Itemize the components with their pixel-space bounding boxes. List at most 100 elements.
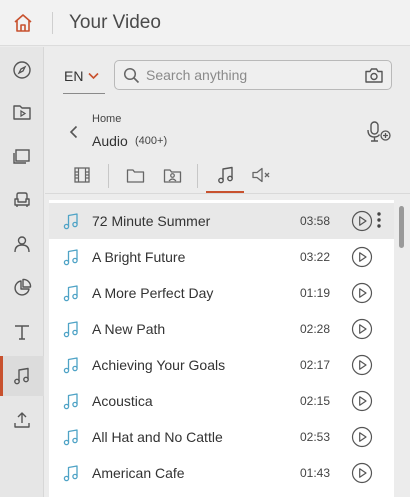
play-icon bbox=[351, 426, 373, 448]
play-button[interactable] bbox=[351, 462, 373, 489]
scrollbar-thumb[interactable] bbox=[399, 206, 404, 248]
home-button[interactable] bbox=[0, 0, 46, 46]
track-row[interactable]: A New Path 02:28 bbox=[49, 311, 394, 347]
layers-icon bbox=[13, 149, 30, 164]
upload-icon bbox=[14, 412, 30, 428]
search-row: EN bbox=[45, 59, 410, 95]
play-button[interactable] bbox=[351, 426, 373, 453]
rail-item-upload[interactable] bbox=[0, 400, 44, 440]
track-duration: 02:15 bbox=[300, 394, 331, 408]
top-bar: Your Video bbox=[0, 0, 410, 46]
folder-icon bbox=[126, 168, 144, 183]
tab-images[interactable] bbox=[161, 164, 183, 186]
search-icon bbox=[123, 67, 140, 89]
play-icon bbox=[351, 318, 373, 340]
track-row[interactable]: All Hat and No Cattle 02:53 bbox=[49, 419, 394, 455]
breadcrumb-home[interactable]: Home bbox=[92, 113, 121, 125]
track-duration: 01:19 bbox=[300, 286, 331, 300]
play-button[interactable] bbox=[351, 282, 373, 309]
app-title: Your Video bbox=[69, 11, 161, 33]
search-input[interactable] bbox=[146, 65, 356, 85]
scrollbar[interactable] bbox=[398, 200, 406, 497]
image-folder-icon bbox=[163, 168, 181, 183]
voice-search-button[interactable] bbox=[366, 120, 392, 149]
play-button[interactable] bbox=[351, 246, 373, 273]
language-select[interactable]: EN bbox=[64, 68, 100, 84]
track-duration: 02:17 bbox=[300, 358, 331, 372]
left-rail bbox=[0, 47, 44, 497]
music-note-icon bbox=[63, 284, 79, 307]
rail-item-charts[interactable] bbox=[0, 268, 44, 308]
music-note-icon bbox=[63, 320, 79, 343]
music-icon bbox=[218, 166, 233, 184]
more-options-button[interactable] bbox=[376, 211, 382, 234]
track-title: Acoustica bbox=[92, 393, 153, 409]
play-icon bbox=[351, 462, 373, 484]
track-duration: 03:22 bbox=[300, 250, 331, 264]
search-box[interactable] bbox=[114, 60, 392, 90]
track-row[interactable]: American Cafe 01:43 bbox=[49, 455, 394, 491]
play-icon bbox=[351, 210, 373, 232]
rail-item-people[interactable] bbox=[0, 224, 44, 264]
tab-sound-effects[interactable] bbox=[251, 164, 273, 186]
play-button[interactable] bbox=[351, 210, 373, 237]
track-duration: 01:43 bbox=[300, 466, 331, 480]
play-icon bbox=[351, 354, 373, 376]
track-title: A More Perfect Day bbox=[92, 285, 214, 301]
music-note-icon bbox=[63, 428, 79, 451]
track-row[interactable]: Acoustica 02:15 bbox=[49, 383, 394, 419]
play-button[interactable] bbox=[351, 318, 373, 345]
page-title: Audio bbox=[92, 133, 128, 149]
media-type-tabs bbox=[45, 160, 410, 194]
track-duration: 02:53 bbox=[300, 430, 331, 444]
language-underline bbox=[63, 93, 105, 94]
chevron-down-icon bbox=[88, 72, 100, 80]
tab-audio[interactable] bbox=[215, 164, 237, 186]
rail-item-audio[interactable] bbox=[0, 356, 44, 396]
track-title: 72 Minute Summer bbox=[92, 213, 211, 229]
film-icon bbox=[74, 167, 90, 183]
track-row[interactable]: Achieving Your Goals 02:17 bbox=[49, 347, 394, 383]
music-note-icon bbox=[63, 356, 79, 379]
armchair-icon bbox=[14, 192, 30, 207]
track-title: A Bright Future bbox=[92, 249, 186, 265]
track-duration: 03:58 bbox=[300, 214, 331, 228]
play-button[interactable] bbox=[351, 354, 373, 381]
tab-separator bbox=[197, 164, 198, 188]
more-vertical-icon bbox=[377, 212, 381, 228]
back-button[interactable] bbox=[65, 123, 81, 141]
item-count: (400+) bbox=[135, 135, 168, 147]
home-icon bbox=[14, 13, 32, 32]
music-note-icon bbox=[63, 464, 79, 487]
track-title: A New Path bbox=[92, 321, 166, 337]
rail-item-media[interactable] bbox=[0, 92, 44, 132]
language-value: EN bbox=[64, 68, 84, 84]
track-duration: 02:28 bbox=[300, 322, 331, 336]
pie-chart-icon bbox=[14, 278, 32, 296]
breadcrumb: Home Audio (400+) bbox=[45, 109, 410, 155]
main-panel: EN Home Audio (400+) bbox=[45, 47, 410, 497]
play-icon bbox=[351, 282, 373, 304]
rail-item-layers[interactable] bbox=[0, 136, 44, 176]
music-icon bbox=[14, 367, 29, 385]
camera-icon bbox=[365, 68, 383, 83]
tab-separator bbox=[108, 164, 109, 188]
track-row[interactable]: 72 Minute Summer 03:58 bbox=[49, 203, 394, 239]
media-folder-icon bbox=[13, 105, 31, 120]
microphone-add-icon bbox=[367, 121, 391, 142]
tab-folders[interactable] bbox=[124, 164, 146, 186]
music-note-icon bbox=[63, 392, 79, 415]
track-row[interactable]: A Bright Future 03:22 bbox=[49, 239, 394, 275]
tab-video[interactable] bbox=[71, 164, 93, 186]
chevron-left-icon bbox=[69, 125, 77, 139]
track-list: 72 Minute Summer 03:58 A Bright Future 03:2… bbox=[49, 200, 394, 497]
rail-item-elements[interactable] bbox=[0, 180, 44, 220]
rail-item-text[interactable] bbox=[0, 312, 44, 352]
track-title: Achieving Your Goals bbox=[92, 357, 226, 373]
top-divider bbox=[52, 11, 53, 34]
camera-search-button[interactable] bbox=[364, 67, 384, 89]
track-row[interactable]: A More Perfect Day 01:19 bbox=[49, 275, 394, 311]
rail-item-explore[interactable] bbox=[0, 50, 44, 90]
play-button[interactable] bbox=[351, 390, 373, 417]
compass-icon bbox=[13, 61, 31, 79]
